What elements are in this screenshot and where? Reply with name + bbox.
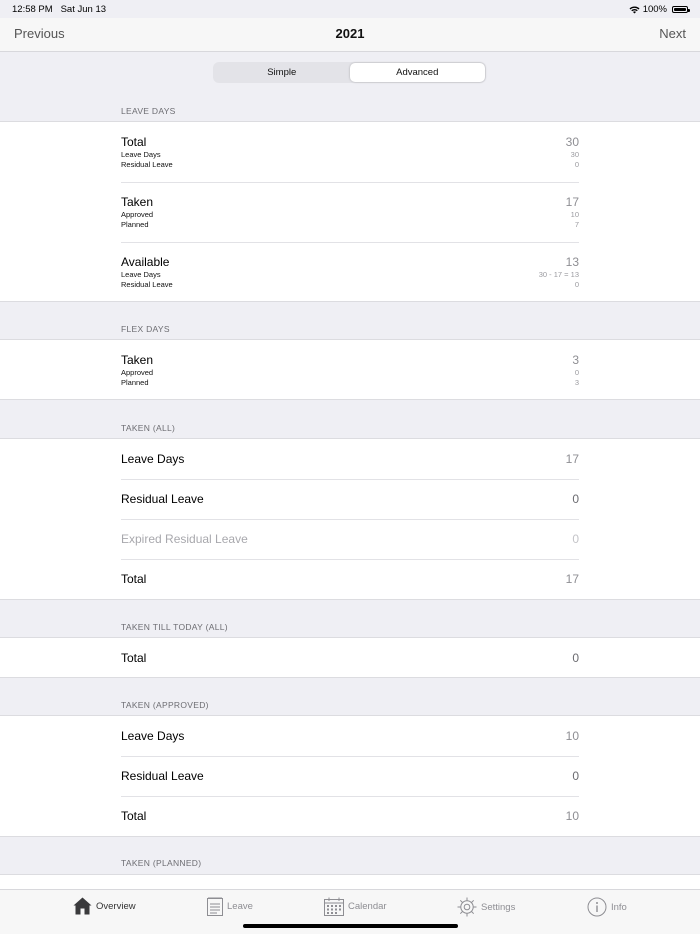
section-header-taken-all: TAKEN (ALL)	[121, 423, 176, 433]
row-sub-label: Approved	[121, 368, 154, 377]
row-title: Total	[121, 135, 147, 149]
table-row[interactable]: Leave Days 10	[121, 716, 579, 757]
page-title: 2021	[335, 26, 365, 41]
row-sub-value: 0	[574, 368, 579, 377]
row-sub-label: Residual Leave	[121, 280, 173, 289]
leave-days-group: Total 30 Leave Days 30 Residual Leave 0 …	[0, 121, 700, 302]
section-header-taken-approved: TAKEN (APPROVED)	[121, 700, 209, 710]
status-date: Sat Jun 13	[60, 4, 107, 15]
section-header-taken-till-today: TAKEN TILL TODAY (ALL)	[121, 622, 228, 632]
section-header-taken-planned: TAKEN (PLANNED)	[121, 858, 202, 868]
row-sub-label: Approved	[121, 210, 154, 219]
row-sub-label: Planned	[121, 378, 149, 387]
tab-settings[interactable]: Settings	[457, 897, 515, 917]
row-sub-label: Residual Leave	[121, 160, 173, 169]
flex-days-group: Taken 3 Approved 0 Planned 3	[0, 339, 700, 400]
navigation-bar: Previous 2021 Next	[0, 18, 700, 52]
calendar-icon	[324, 897, 344, 916]
table-row[interactable]: Total 17	[121, 559, 579, 599]
battery-icon	[672, 6, 690, 13]
row-sub-label: Leave Days	[121, 270, 161, 279]
tab-label: Info	[611, 901, 627, 913]
row-title: Taken	[121, 353, 154, 367]
table-row[interactable]: Total 10	[121, 796, 579, 836]
row-value: 17	[565, 452, 579, 466]
row-sub-value: 30	[570, 150, 579, 159]
row-value: 30	[565, 135, 579, 149]
notepad-icon	[207, 897, 223, 916]
row-value: 17	[565, 572, 579, 586]
battery-percent: 100%	[642, 4, 667, 15]
row-sub-label: Planned	[121, 220, 149, 229]
taken-till-today-group: Total 0	[0, 637, 700, 678]
row-sub-value: 30 - 17 = 13	[538, 270, 579, 279]
row-value: 10	[565, 729, 579, 743]
taken-approved-group: Leave Days 10 Residual Leave 0 Total 10	[0, 715, 700, 837]
row-label: Leave Days	[121, 729, 185, 743]
status-time: 12:58 PM	[12, 4, 53, 15]
row-title: Taken	[121, 195, 154, 209]
row-label: Residual Leave	[121, 769, 204, 783]
row-value: 10	[565, 809, 579, 823]
status-bar: 12:58 PM Sat Jun 13 100%	[0, 0, 700, 18]
home-indicator	[243, 924, 458, 928]
table-row[interactable]: Residual Leave 0	[121, 756, 579, 797]
flex-days-taken-row[interactable]: Taken 3 Approved 0 Planned 3	[121, 340, 579, 400]
segment-simple[interactable]: Simple	[214, 63, 350, 82]
tab-calendar[interactable]: Calendar	[324, 897, 387, 916]
row-label: Expired Residual Leave	[121, 532, 248, 546]
row-sub-value: 0	[574, 160, 579, 169]
row-sub-label: Leave Days	[121, 150, 161, 159]
view-mode-segmented-control: Simple Advanced	[213, 62, 486, 83]
row-value: 3	[572, 353, 579, 367]
row-value: 0	[572, 651, 579, 665]
table-row[interactable]: Expired Residual Leave 0	[121, 519, 579, 560]
leave-days-taken-row[interactable]: Taken 17 Approved 10 Planned 7	[121, 182, 579, 243]
row-value: 0	[572, 532, 579, 546]
next-button[interactable]: Next	[659, 26, 686, 41]
tab-leave[interactable]: Leave	[207, 897, 253, 916]
leave-days-total-row[interactable]: Total 30 Leave Days 30 Residual Leave 0	[121, 122, 579, 183]
row-value: 0	[572, 492, 579, 506]
status-right: 100%	[629, 4, 690, 15]
info-icon	[587, 897, 607, 917]
row-label: Total	[121, 572, 147, 586]
row-sub-value: 10	[570, 210, 579, 219]
section-header-flex-days: FLEX DAYS	[121, 324, 170, 334]
row-sub-value: 3	[574, 378, 579, 387]
tab-info[interactable]: Info	[587, 897, 627, 917]
taken-all-group: Leave Days 17 Residual Leave 0 Expired R…	[0, 438, 700, 600]
house-icon	[73, 897, 92, 915]
row-value: 13	[565, 255, 579, 269]
status-left: 12:58 PM Sat Jun 13	[12, 4, 106, 15]
row-sub-value: 7	[574, 220, 579, 229]
tab-label: Settings	[481, 901, 516, 913]
row-label: Total	[121, 809, 147, 823]
table-row[interactable]: Residual Leave 0	[121, 479, 579, 520]
row-title: Available	[121, 255, 170, 269]
table-row[interactable]: Leave Days 17	[121, 439, 579, 480]
row-label: Leave Days	[121, 452, 185, 466]
segment-advanced[interactable]: Advanced	[349, 63, 485, 82]
tab-label: Calendar	[348, 901, 387, 912]
leave-days-available-row[interactable]: Available 13 Leave Days 30 - 17 = 13 Res…	[121, 242, 579, 302]
row-value: 0	[572, 769, 579, 783]
tab-overview[interactable]: Overview	[73, 897, 136, 915]
table-row[interactable]: Total 0	[121, 638, 579, 678]
row-sub-value: 0	[574, 280, 579, 289]
wifi-icon	[629, 6, 640, 13]
tab-label: Leave	[227, 901, 253, 912]
section-header-leave-days: LEAVE DAYS	[121, 106, 176, 116]
row-label: Residual Leave	[121, 492, 204, 506]
tab-label: Overview	[96, 900, 136, 912]
row-label: Total	[121, 651, 147, 665]
row-value: 17	[565, 195, 579, 209]
gear-icon	[457, 897, 477, 917]
